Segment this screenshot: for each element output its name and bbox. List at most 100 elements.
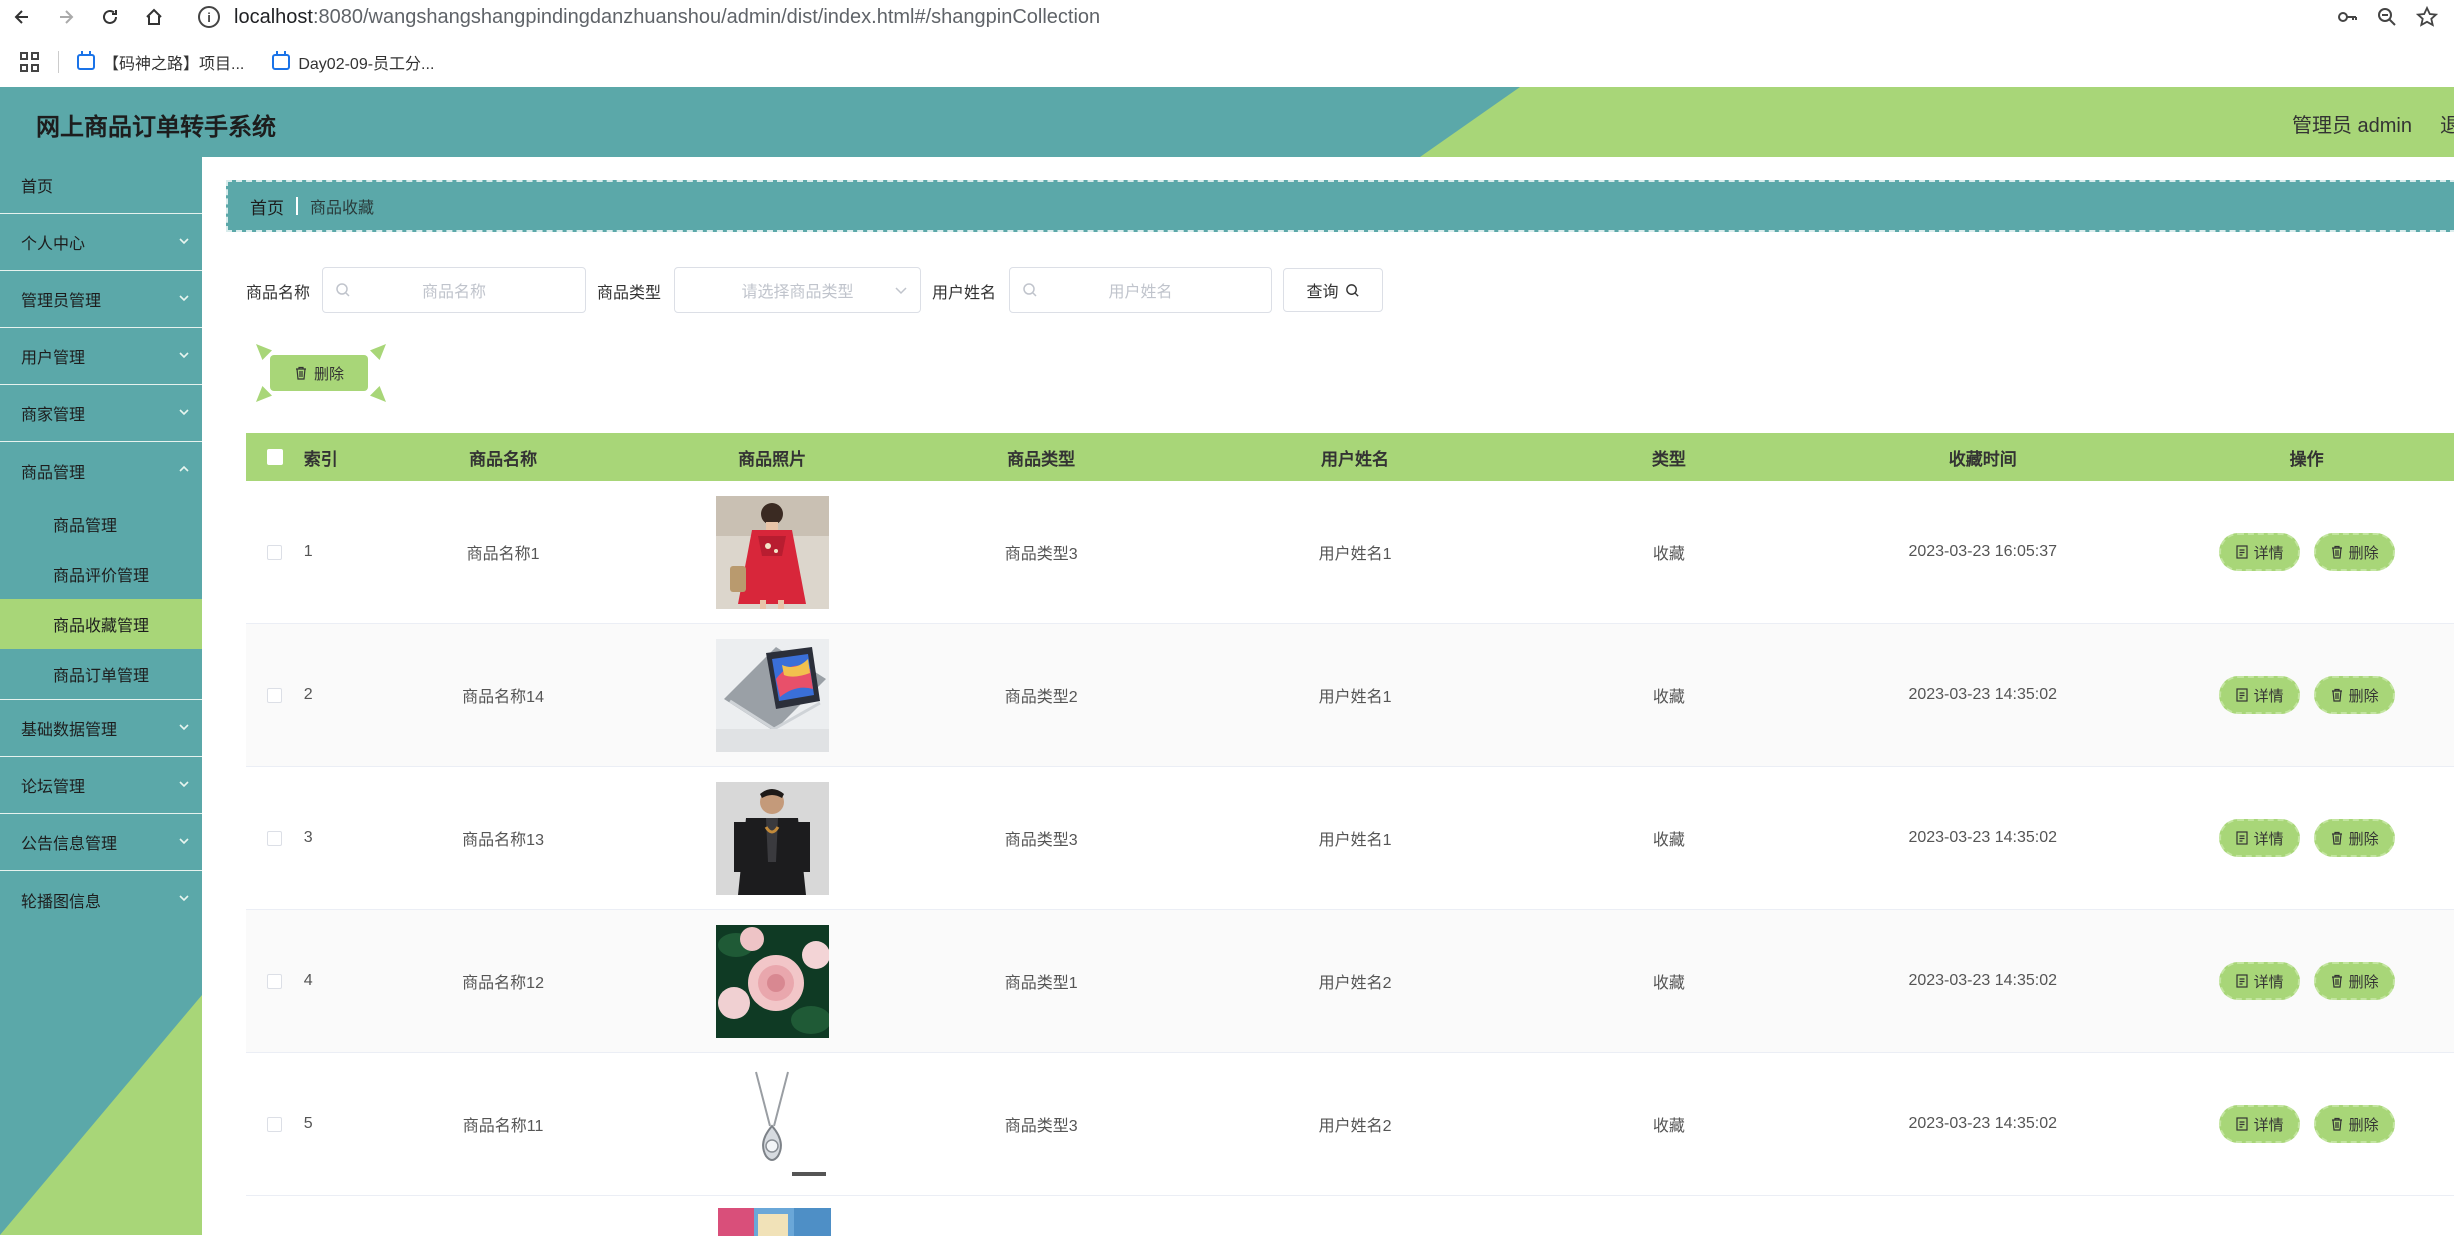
table-row: 5 商品名称11 商品类型3 用户姓名2 收藏 2023-03-23 14:35…: [246, 1053, 2454, 1196]
chevron-up-icon: [178, 462, 189, 472]
row-index: 2: [303, 686, 313, 703]
row-checkbox[interactable]: [267, 1116, 283, 1132]
sidebar-item-users[interactable]: 用户管理: [0, 328, 202, 385]
product-type-select[interactable]: 请选择商品类型: [674, 267, 921, 313]
table-header: 索引 商品名称 商品照片 商品类型 用户姓名 类型 收藏时间 操作: [246, 433, 2454, 481]
document-icon: [2235, 831, 2248, 845]
chevron-down-icon: [178, 720, 189, 731]
header-collect-time: 收藏时间: [1948, 449, 2017, 469]
row-kind: 收藏: [1652, 975, 1685, 992]
sidebar-item-label: 用户管理: [21, 350, 86, 367]
site-info-icon[interactable]: i: [198, 6, 220, 28]
row-collect-time: 2023-03-23 14:35:02: [1908, 972, 2058, 989]
search-icon: [1023, 283, 1037, 297]
header-product-name: 商品名称: [469, 449, 538, 469]
product-type-label: 商品类型: [597, 285, 662, 302]
header-kind: 类型: [1651, 449, 1686, 469]
sidebar-item-base-data[interactable]: 基础数据管理: [0, 700, 202, 757]
chevron-down-icon: [178, 777, 189, 788]
row-product-name: 商品名称14: [462, 689, 544, 706]
detail-button[interactable]: 详情: [2218, 1105, 2300, 1143]
detail-button[interactable]: 详情: [2218, 962, 2300, 1000]
row-kind: 收藏: [1652, 832, 1685, 849]
product-photo-laptop: [715, 638, 829, 752]
sidebar-item-forum[interactable]: 论坛管理: [0, 757, 202, 814]
row-checkbox[interactable]: [267, 830, 283, 846]
row-product-name: 商品名称11: [462, 1118, 544, 1135]
row-product-name: 商品名称1: [466, 546, 540, 563]
product-name-input[interactable]: 商品名称: [322, 267, 586, 313]
forward-icon[interactable]: [44, 0, 88, 34]
sidebar-item-label: 商品管理: [21, 464, 86, 482]
sidebar-item-home[interactable]: 首页: [0, 157, 202, 214]
row-checkbox[interactable]: [267, 687, 283, 703]
row-checkbox[interactable]: [267, 544, 283, 560]
sidebar-item-profile[interactable]: 个人中心: [0, 214, 202, 271]
sidebar-item-carousel[interactable]: 轮播图信息: [0, 871, 202, 928]
sidebar-item-admins[interactable]: 管理员管理: [0, 271, 202, 328]
sidebar-item-label: 个人中心: [21, 236, 86, 253]
logout-link[interactable]: 退: [2440, 109, 2454, 138]
query-button[interactable]: 查询: [1283, 268, 1383, 312]
sidebar-subitem-products[interactable]: 商品管理: [0, 499, 202, 549]
detail-button[interactable]: 详情: [2218, 676, 2300, 714]
sidebar-item-notices[interactable]: 公告信息管理: [0, 814, 202, 871]
products-submenu: 商品管理 商品评价管理 商品收藏管理 商品订单管理: [0, 499, 202, 700]
zoom-icon[interactable]: [2374, 4, 2400, 30]
input-placeholder: 用户姓名: [1108, 284, 1173, 301]
delete-label: 删除: [2348, 973, 2379, 991]
row-product-name: 商品名称12: [462, 975, 544, 992]
document-icon: [2235, 974, 2248, 988]
row-collect-time: 2023-03-23 14:35:02: [1908, 1115, 2058, 1132]
delete-button[interactable]: 删除: [2313, 962, 2395, 1000]
header-product-type: 商品类型: [1007, 449, 1076, 469]
sidebar-subitem-orders[interactable]: 商品订单管理: [0, 649, 202, 699]
row-product-type: 商品类型3: [1004, 546, 1078, 563]
address-bar[interactable]: i localhost:8080/wangshangshangpindingda…: [198, 3, 2298, 31]
document-icon: [2235, 1117, 2248, 1131]
row-user-name: 用户姓名2: [1318, 1118, 1392, 1135]
sidebar-subitem-reviews[interactable]: 商品评价管理: [0, 549, 202, 599]
bookmark-item[interactable]: Day02-09-员工分...: [272, 50, 434, 74]
sidebar-item-products[interactable]: 商品管理: [0, 442, 202, 499]
bookmark-item[interactable]: 【码神之路】项目...: [77, 50, 244, 74]
row-checkbox[interactable]: [267, 973, 283, 989]
delete-button[interactable]: 删除: [2313, 819, 2395, 857]
table-row: 1 商品名称1 商品类型3 用户姓名1 收藏 2023-03-23 16:05:…: [246, 481, 2454, 624]
app-title: 网上商品订单转手系统: [36, 114, 276, 141]
delete-button[interactable]: 删除: [2313, 1105, 2395, 1143]
password-key-icon[interactable]: [2334, 4, 2360, 30]
sidebar-item-merchants[interactable]: 商家管理: [0, 385, 202, 442]
search-icon: [1345, 283, 1359, 297]
delete-button[interactable]: 删除: [2313, 533, 2395, 571]
bulk-delete-button[interactable]: 删除: [270, 355, 368, 391]
reload-icon[interactable]: [88, 0, 132, 34]
user-name-input[interactable]: 用户姓名: [1009, 267, 1272, 313]
document-icon: [2235, 545, 2248, 559]
sidebar-subitem-collections[interactable]: 商品收藏管理: [0, 599, 202, 649]
bulk-delete-container: 删除: [256, 344, 386, 402]
bookmark-star-icon[interactable]: [2414, 4, 2440, 30]
sidebar-subitem-label: 商品收藏管理: [53, 618, 150, 635]
delete-label: 删除: [2348, 687, 2379, 705]
breadcrumb-separator: [296, 197, 298, 215]
detail-button[interactable]: 详情: [2218, 819, 2300, 857]
detail-button[interactable]: 详情: [2218, 533, 2300, 571]
row-index: 5: [303, 1115, 313, 1132]
table-row-partial: [246, 1196, 2454, 1236]
header-product-photo: 商品照片: [738, 449, 807, 469]
home-icon[interactable]: [132, 0, 176, 34]
sidebar: 首页 个人中心 管理员管理 用户管理 商家管理 商品管理 商品管理 商品评价管理…: [0, 157, 202, 1235]
breadcrumb-current: 商品收藏: [310, 200, 375, 217]
row-index: 3: [303, 829, 313, 846]
select-all-checkbox[interactable]: [266, 449, 283, 465]
admin-user-label: 管理员 admin: [2291, 115, 2412, 137]
trash-icon: [2331, 974, 2342, 988]
delete-button[interactable]: 删除: [2313, 676, 2395, 714]
detail-label: 详情: [2253, 973, 2284, 991]
trash-icon: [2331, 1117, 2342, 1131]
apps-grid-icon[interactable]: [20, 52, 40, 72]
breadcrumb-home[interactable]: 首页: [250, 194, 284, 219]
browser-toolbar: i localhost:8080/wangshangshangpindingda…: [0, 0, 2454, 34]
back-icon[interactable]: [0, 0, 44, 34]
